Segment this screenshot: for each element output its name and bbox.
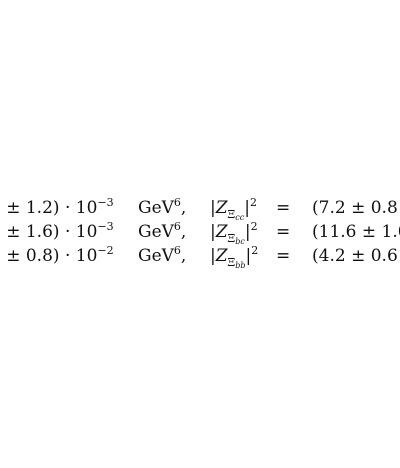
z-term: |ZΞbc|2 [210,220,258,246]
unit-base: GeV [138,198,174,218]
left-mantissa: 0 ± 1.2) · 10 [0,198,98,218]
right-value: (7.2 ± 0.8 [312,198,398,218]
equals-sign: = [276,222,291,242]
z-power: 2 [251,244,259,257]
unit-base: GeV [138,222,174,242]
unit: GeV6, [138,220,186,244]
separator: , [180,198,187,218]
right-value: (11.6 ± 1.0 [312,222,400,242]
abs-close: | [244,222,251,242]
unit: GeV6, [138,196,186,220]
z-term: |ZΞbb|2 [210,244,259,270]
unit: GeV6, [138,244,186,268]
separator: , [180,246,187,266]
right-value: (4.2 ± 0.6 [312,246,398,266]
unit-exponent: 6 [173,196,181,209]
left-mantissa: 6 ± 1.6) · 10 [0,222,98,242]
equals-sign: = [276,198,291,218]
left-value: 0 ± 1.2) · 10−3 [0,196,114,220]
z-term: |ZΞcc|2 [210,196,257,222]
subscript-index: bb [235,261,246,270]
left-exponent: −3 [97,196,114,209]
unit-exponent: 6 [173,244,181,257]
equation-block: 0 ± 1.2) · 10−3 GeV6, |ZΞcc|2 = (7.2 ± 0… [0,0,400,468]
left-value: 0 ± 0.8) · 10−2 [0,244,114,268]
z-power: 2 [250,220,258,233]
z-symbol: Z [215,198,228,218]
left-value: 6 ± 1.6) · 10−3 [0,220,114,244]
left-exponent: −3 [97,220,114,233]
unit-exponent: 6 [173,220,181,233]
left-mantissa: 0 ± 0.8) · 10 [0,246,98,266]
unit-base: GeV [138,246,174,266]
separator: , [180,222,187,242]
z-symbol: Z [215,222,228,242]
z-power: 2 [250,196,257,209]
z-symbol: Z [215,246,228,266]
left-exponent: −2 [97,244,114,257]
equals-sign: = [276,246,291,266]
